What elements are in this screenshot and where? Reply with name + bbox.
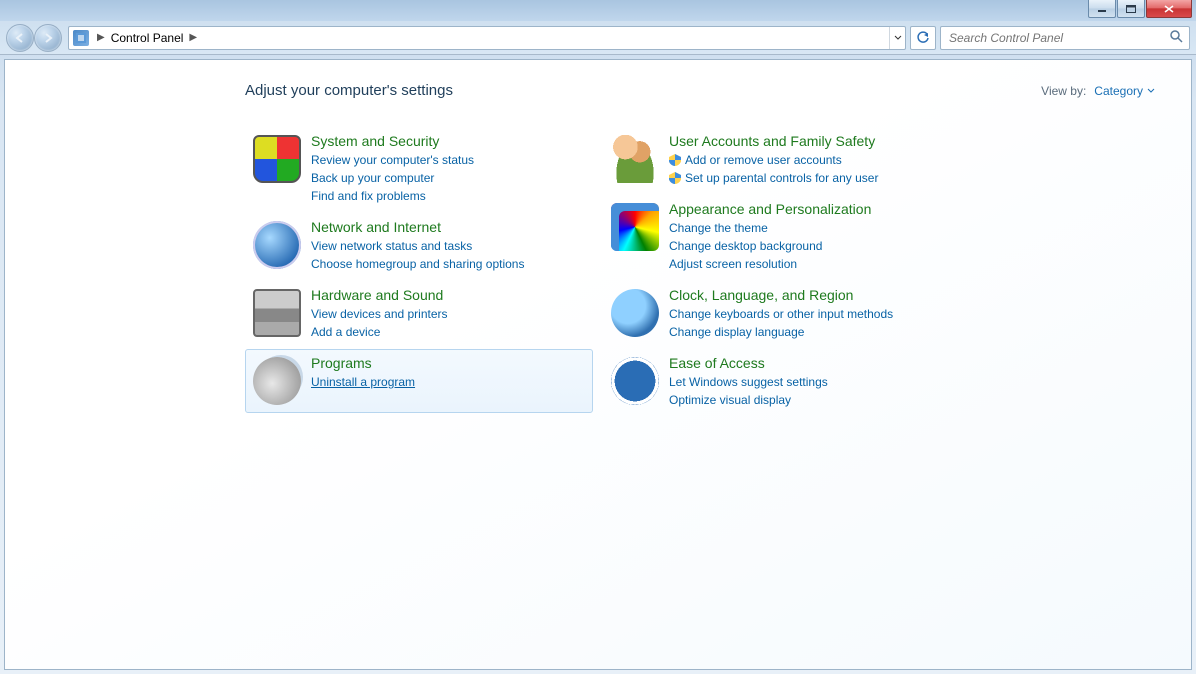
category-user-accounts[interactable]: User Accounts and Family Safety Add or r… <box>603 127 951 195</box>
task-link[interactable]: Set up parental controls for any user <box>669 169 943 187</box>
category-title[interactable]: User Accounts and Family Safety <box>669 133 943 149</box>
globe-icon <box>253 221 301 269</box>
printer-icon <box>253 289 301 337</box>
nav-forward-button[interactable] <box>34 24 62 52</box>
uac-shield-icon <box>669 172 681 184</box>
task-link[interactable]: Optimize visual display <box>669 391 943 409</box>
category-system-security[interactable]: System and Security Review your computer… <box>245 127 593 213</box>
category-title[interactable]: Hardware and Sound <box>311 287 585 303</box>
maximize-button[interactable] <box>1117 0 1145 18</box>
task-link[interactable]: Change desktop background <box>669 237 943 255</box>
uac-shield-icon <box>669 154 681 166</box>
task-link[interactable]: Add or remove user accounts <box>669 151 943 169</box>
ease-of-access-icon <box>611 357 659 405</box>
shield-icon <box>253 135 301 183</box>
nav-bar: ▶ Control Panel ▶ <box>0 21 1196 55</box>
category-clock-language[interactable]: Clock, Language, and Region Change keybo… <box>603 281 951 349</box>
breadcrumb-chevron-icon: ▶ <box>185 32 201 43</box>
breadcrumb-current[interactable]: Control Panel <box>109 31 186 45</box>
viewby-dropdown[interactable]: Category <box>1094 84 1155 98</box>
search-box[interactable] <box>940 26 1190 50</box>
category-appearance[interactable]: Appearance and Personalization Change th… <box>603 195 951 281</box>
task-link[interactable]: View devices and printers <box>311 305 585 323</box>
task-link[interactable]: Change keyboards or other input methods <box>669 305 943 323</box>
task-link-uninstall[interactable]: Uninstall a program <box>311 373 585 391</box>
breadcrumb-dropdown[interactable] <box>889 27 905 49</box>
breadcrumb-bar[interactable]: ▶ Control Panel ▶ <box>68 26 906 50</box>
nav-back-button[interactable] <box>6 24 34 52</box>
category-title[interactable]: Programs <box>311 355 585 371</box>
chevron-down-icon <box>1147 88 1155 94</box>
category-title[interactable]: Network and Internet <box>311 219 585 235</box>
category-hardware-sound[interactable]: Hardware and Sound View devices and prin… <box>245 281 593 349</box>
programs-icon <box>253 357 301 405</box>
category-ease-of-access[interactable]: Ease of Access Let Windows suggest setti… <box>603 349 951 417</box>
category-title[interactable]: System and Security <box>311 133 585 149</box>
search-input[interactable] <box>947 30 1169 46</box>
appearance-icon <box>611 203 659 251</box>
category-programs[interactable]: Programs Uninstall a program <box>245 349 593 413</box>
task-link[interactable]: Choose homegroup and sharing options <box>311 255 585 273</box>
category-network-internet[interactable]: Network and Internet View network status… <box>245 213 593 281</box>
task-link[interactable]: Back up your computer <box>311 169 585 187</box>
task-link[interactable]: Change the theme <box>669 219 943 237</box>
page-title: Adjust your computer's settings <box>245 82 453 99</box>
task-link[interactable]: Add a device <box>311 323 585 341</box>
category-title[interactable]: Clock, Language, and Region <box>669 287 943 303</box>
users-icon <box>611 135 659 183</box>
control-panel-icon <box>73 30 89 46</box>
refresh-button[interactable] <box>910 26 936 50</box>
task-link[interactable]: View network status and tasks <box>311 237 585 255</box>
minimize-button[interactable] <box>1088 0 1116 18</box>
category-title[interactable]: Ease of Access <box>669 355 943 371</box>
task-link[interactable]: Change display language <box>669 323 943 341</box>
close-button[interactable] <box>1146 0 1192 18</box>
category-title[interactable]: Appearance and Personalization <box>669 201 943 217</box>
viewby-value: Category <box>1094 84 1143 98</box>
content-pane: Adjust your computer's settings View by:… <box>4 59 1192 670</box>
breadcrumb-chevron-icon: ▶ <box>93 32 109 43</box>
viewby-label: View by: <box>1041 84 1086 98</box>
search-icon <box>1169 29 1183 46</box>
task-link[interactable]: Let Windows suggest settings <box>669 373 943 391</box>
task-link[interactable]: Find and fix problems <box>311 187 585 205</box>
task-link[interactable]: Adjust screen resolution <box>669 255 943 273</box>
clock-icon <box>611 289 659 337</box>
title-bar <box>0 0 1196 21</box>
task-link[interactable]: Review your computer's status <box>311 151 585 169</box>
